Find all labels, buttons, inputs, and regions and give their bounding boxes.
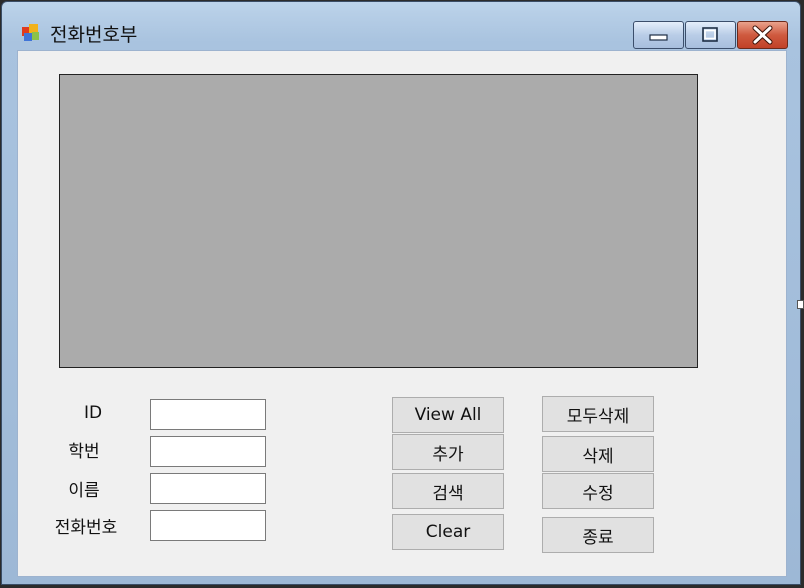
close-icon: [752, 25, 773, 45]
maximize-button[interactable]: [685, 21, 736, 49]
resize-handle[interactable]: [797, 300, 804, 309]
delete-all-button[interactable]: 모두삭제: [542, 396, 654, 432]
data-grid-view[interactable]: [59, 74, 698, 368]
minimize-button[interactable]: [633, 21, 684, 49]
student-no-label: 학번: [68, 442, 100, 462]
name-label: 이름: [68, 481, 100, 501]
add-button[interactable]: 추가: [392, 434, 504, 470]
phone-label: 전화번호: [54, 518, 118, 538]
phone-field[interactable]: [150, 510, 266, 541]
edit-button[interactable]: 수정: [542, 473, 654, 509]
id-field[interactable]: [150, 399, 266, 430]
close-button[interactable]: [737, 21, 788, 49]
window-title: 전화번호부: [50, 24, 138, 46]
search-button[interactable]: 검색: [392, 473, 504, 509]
name-field[interactable]: [150, 473, 266, 504]
clear-button[interactable]: Clear: [392, 514, 504, 550]
student-no-field[interactable]: [150, 436, 266, 467]
delete-button[interactable]: 삭제: [542, 436, 654, 472]
id-label: ID: [83, 403, 103, 423]
app-windows-icon: [22, 24, 40, 42]
minimize-icon: [649, 34, 668, 41]
exit-button[interactable]: 종료: [542, 517, 654, 553]
maximize-icon: [702, 27, 718, 42]
view-all-button[interactable]: View All: [392, 397, 504, 433]
